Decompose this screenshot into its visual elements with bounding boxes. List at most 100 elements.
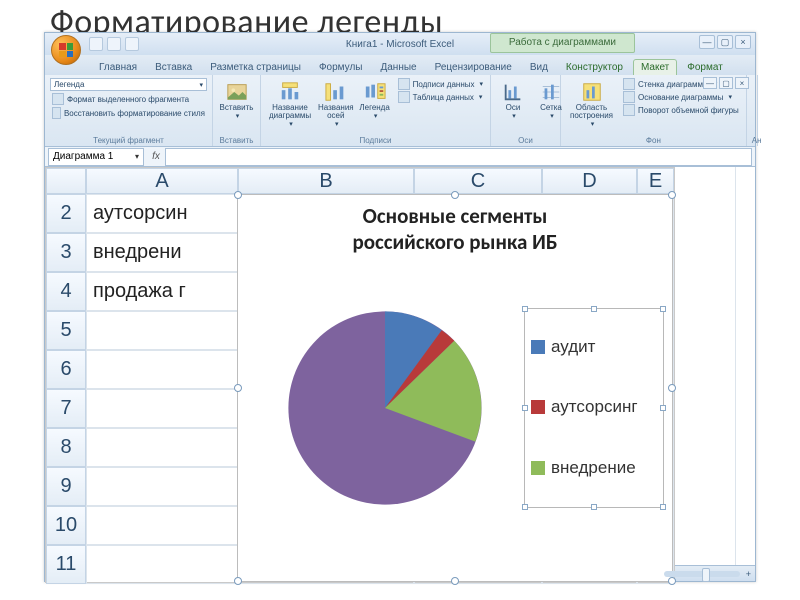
- resize-handle[interactable]: [668, 384, 676, 392]
- data-table-button[interactable]: Таблица данных: [396, 91, 485, 103]
- rotate-3d-button[interactable]: Поворот объемной фигуры: [621, 104, 741, 116]
- chart-title-icon: [279, 81, 301, 103]
- col-header-c[interactable]: C: [414, 168, 542, 194]
- embedded-chart[interactable]: Основные сегменты российского рынка ИБ: [237, 194, 673, 582]
- doc-close-button[interactable]: ×: [735, 77, 749, 89]
- maximize-button[interactable]: ▢: [717, 35, 733, 49]
- col-header-a[interactable]: A: [86, 168, 238, 194]
- cell[interactable]: продажа г: [86, 272, 238, 311]
- close-button[interactable]: ×: [735, 35, 751, 49]
- plot-area-button[interactable]: Область построения: [566, 78, 617, 131]
- gridlines-icon: [540, 81, 562, 103]
- worksheet-area: A B C D E 2аутсорсин 3внедрени 4продажа …: [45, 167, 755, 565]
- formula-bar: Диаграмма 1▾ fx: [45, 147, 755, 167]
- resize-handle[interactable]: [234, 384, 242, 392]
- format-selection-icon: [52, 93, 64, 105]
- doc-restore-button[interactable]: ▢: [719, 77, 733, 89]
- undo-icon[interactable]: [107, 37, 121, 51]
- chart-legend[interactable]: аудит аутсорсинг внедрение: [524, 308, 664, 508]
- cell[interactable]: [86, 467, 238, 506]
- chart-title-button[interactable]: Название диаграммы: [266, 78, 314, 131]
- pie-chart-icon: [280, 303, 490, 513]
- context-tools-label: Работа с диаграммами: [490, 33, 635, 53]
- resize-handle[interactable]: [451, 191, 459, 199]
- tab-formulas[interactable]: Формулы: [311, 59, 371, 75]
- zoom-slider[interactable]: [664, 571, 740, 577]
- formula-input[interactable]: [165, 148, 752, 166]
- tab-home[interactable]: Главная: [91, 59, 145, 75]
- ribbon: Легенда▾ Формат выделенного фрагмента Во…: [45, 75, 755, 147]
- group-label-axes: Оси: [496, 135, 555, 145]
- col-header-d[interactable]: D: [542, 168, 637, 194]
- tab-format[interactable]: Формат: [679, 59, 731, 75]
- background-grid: [673, 167, 755, 565]
- cell[interactable]: [86, 506, 238, 545]
- legend-swatch-icon: [531, 461, 545, 475]
- row-header[interactable]: 10: [46, 506, 86, 545]
- resize-handle[interactable]: [451, 577, 459, 585]
- rotate-3d-icon: [623, 104, 635, 116]
- redo-icon[interactable]: [125, 37, 139, 51]
- axis-titles-button[interactable]: Названия осей: [318, 78, 354, 131]
- insert-picture-button[interactable]: Вставить: [218, 78, 255, 123]
- tab-view[interactable]: Вид: [522, 59, 556, 75]
- row-header[interactable]: 7: [46, 389, 86, 428]
- tab-insert[interactable]: Вставка: [147, 59, 200, 75]
- cell[interactable]: внедрени: [86, 233, 238, 272]
- tab-layout[interactable]: Макет: [633, 59, 677, 75]
- legend-item[interactable]: аудит: [531, 337, 657, 357]
- row-header[interactable]: 4: [46, 272, 86, 311]
- row-header[interactable]: 3: [46, 233, 86, 272]
- data-labels-button[interactable]: Подписи данных: [396, 78, 485, 90]
- chart-floor-button[interactable]: Основание диаграммы: [621, 91, 741, 103]
- plot-area-icon: [581, 81, 603, 103]
- resize-handle[interactable]: [234, 191, 242, 199]
- office-button[interactable]: [51, 35, 81, 65]
- cell[interactable]: аутсорсин: [86, 194, 238, 233]
- excel-window: Книга1 - Microsoft Excel Работа с диагра…: [44, 32, 756, 582]
- resize-handle[interactable]: [668, 191, 676, 199]
- legend-swatch-icon: [531, 340, 545, 354]
- reset-style-button[interactable]: Восстановить форматирование стиля: [50, 107, 207, 119]
- resize-handle[interactable]: [234, 577, 242, 585]
- legend-item[interactable]: аутсорсинг: [531, 397, 657, 417]
- chart-title[interactable]: Основные сегменты российского рынка ИБ: [238, 195, 672, 258]
- name-box[interactable]: Диаграмма 1▾: [48, 148, 144, 166]
- minimize-button[interactable]: —: [699, 35, 715, 49]
- cell[interactable]: [86, 350, 238, 389]
- quick-access-toolbar: [89, 37, 139, 51]
- fx-icon[interactable]: fx: [147, 151, 165, 162]
- select-all-corner[interactable]: [46, 168, 86, 194]
- col-header-b[interactable]: B: [238, 168, 414, 194]
- row-header[interactable]: 9: [46, 467, 86, 506]
- group-label-background: Фон: [566, 135, 741, 145]
- tab-design[interactable]: Конструктор: [558, 59, 631, 75]
- legend-item[interactable]: внедрение: [531, 458, 657, 478]
- cell[interactable]: [86, 311, 238, 350]
- col-header-e[interactable]: E: [637, 168, 674, 194]
- tab-page-layout[interactable]: Разметка страницы: [202, 59, 309, 75]
- tab-review[interactable]: Рецензирование: [427, 59, 520, 75]
- format-selection-button[interactable]: Формат выделенного фрагмента: [50, 93, 207, 105]
- row-header[interactable]: 6: [46, 350, 86, 389]
- axes-button[interactable]: Оси: [496, 78, 530, 123]
- row-header[interactable]: 5: [46, 311, 86, 350]
- row-header[interactable]: 11: [46, 545, 86, 584]
- group-label-selection: Текущий фрагмент: [50, 135, 207, 145]
- cell[interactable]: [86, 428, 238, 467]
- cell[interactable]: [86, 545, 238, 584]
- resize-handle[interactable]: [668, 577, 676, 585]
- row-header[interactable]: 8: [46, 428, 86, 467]
- cell[interactable]: [86, 389, 238, 428]
- save-icon[interactable]: [89, 37, 103, 51]
- zoom-in-button[interactable]: +: [746, 569, 751, 579]
- row-header[interactable]: 2: [46, 194, 86, 233]
- titlebar: Книга1 - Microsoft Excel Работа с диагра…: [45, 33, 755, 55]
- data-labels-icon: [398, 78, 410, 90]
- chart-element-selector[interactable]: Легенда▾: [50, 78, 207, 91]
- doc-minimize-button[interactable]: —: [703, 77, 717, 89]
- legend-button[interactable]: Легенда: [358, 78, 392, 123]
- reset-style-icon: [52, 107, 61, 119]
- pie-plot[interactable]: [246, 268, 524, 548]
- tab-data[interactable]: Данные: [372, 59, 424, 75]
